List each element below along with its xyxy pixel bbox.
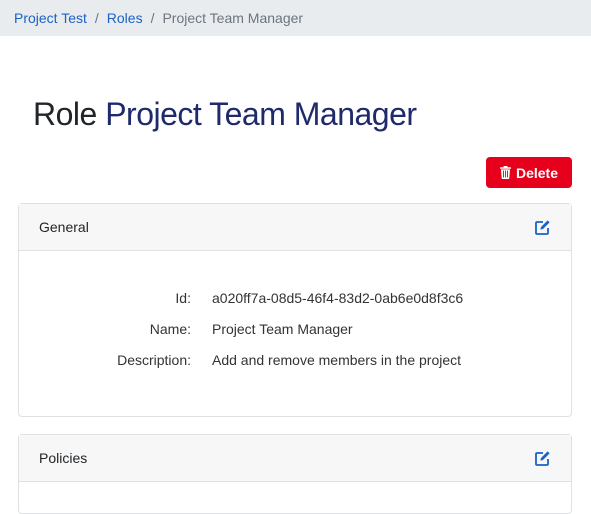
page-title-prefix: Role	[33, 96, 97, 132]
detail-label: Name:	[149, 321, 191, 337]
breadcrumb-current: Project Team Manager	[162, 10, 304, 26]
detail-label: Id:	[175, 290, 191, 306]
general-card: General Id: a020ff7a-08d5-46f4-83d2-0ab6…	[18, 203, 572, 417]
breadcrumb-link-project[interactable]: Project Test	[14, 10, 87, 26]
breadcrumb-link-roles[interactable]: Roles	[107, 10, 143, 26]
page-title: Role Project Team Manager	[33, 96, 417, 133]
trash-icon	[499, 166, 511, 179]
breadcrumb-separator: /	[150, 10, 155, 26]
page-title-role-name: Project Team Manager	[105, 96, 417, 132]
edit-icon[interactable]	[535, 450, 551, 466]
breadcrumb: Project Test / Roles / Project Team Mana…	[0, 0, 591, 36]
detail-value: Project Team Manager	[212, 321, 353, 337]
general-card-header: General	[19, 204, 571, 251]
breadcrumb-separator: /	[94, 10, 99, 26]
edit-icon[interactable]	[535, 219, 551, 235]
detail-row-name: Name: Project Team Manager	[19, 321, 571, 352]
general-card-title: General	[39, 219, 89, 235]
role-details: Id: a020ff7a-08d5-46f4-83d2-0ab6e0d8f3c6…	[19, 290, 571, 383]
delete-button[interactable]: Delete	[486, 157, 572, 188]
detail-row-description: Description: Add and remove members in t…	[19, 352, 571, 383]
policies-card-header: Policies	[19, 435, 571, 482]
policies-card: Policies	[18, 434, 572, 514]
detail-value: Add and remove members in the project	[212, 352, 462, 368]
policies-card-title: Policies	[39, 450, 88, 466]
delete-button-label: Delete	[515, 164, 559, 181]
detail-label: Description:	[117, 352, 191, 368]
detail-value: a020ff7a-08d5-46f4-83d2-0ab6e0d8f3c6	[212, 290, 464, 306]
detail-row-id: Id: a020ff7a-08d5-46f4-83d2-0ab6e0d8f3c6	[19, 290, 571, 321]
